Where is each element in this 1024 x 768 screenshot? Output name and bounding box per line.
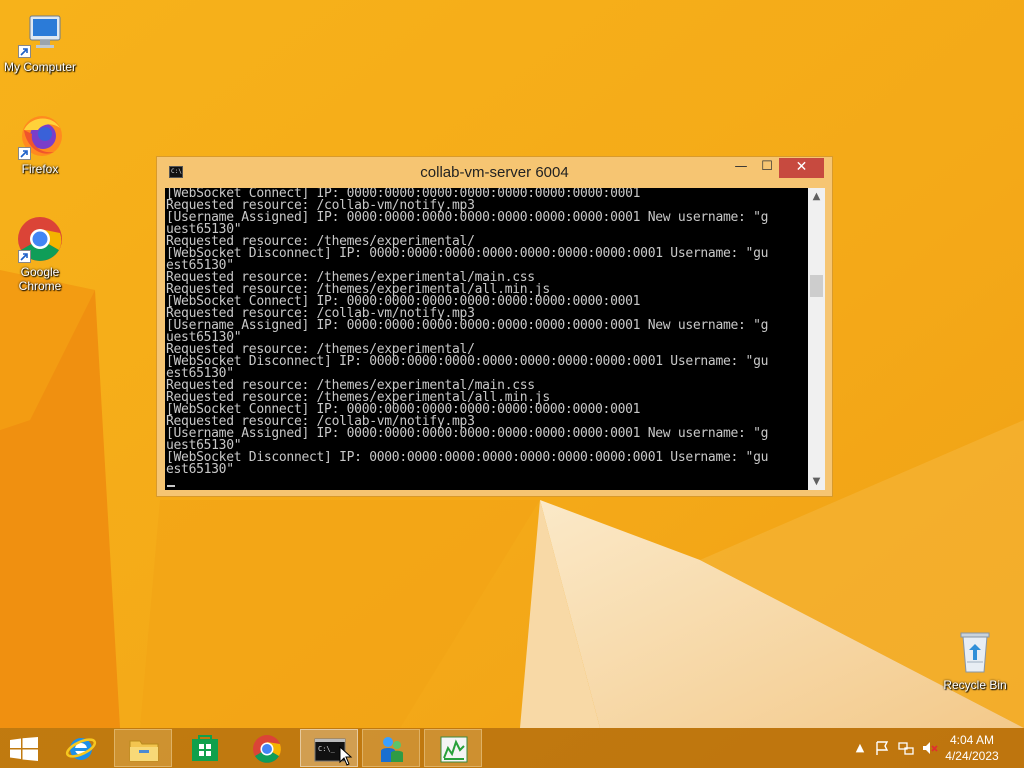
- close-button[interactable]: ✕: [779, 158, 824, 178]
- chrome-icon: [16, 215, 64, 263]
- console-line: [Username Assigned] IP: 0000:0000:0000:0…: [166, 210, 769, 225]
- console-line: [Username Assigned] IP: 0000:0000:0000:0…: [166, 426, 769, 441]
- clock-time: 4:04 AM: [949, 733, 995, 747]
- console-line: [Username Assigned] IP: 0000:0000:0000:0…: [166, 318, 769, 333]
- scroll-thumb[interactable]: [810, 275, 823, 297]
- console-line: [WebSocket Disconnect] IP: 0000:0000:000…: [166, 354, 769, 369]
- console-window[interactable]: C:\ collab-vm-server 6004 — ☐ ✕ [WebSock…: [156, 156, 833, 497]
- mouse-cursor-icon: [339, 746, 353, 766]
- console-text: [WebSocket Connect] IP: 0000:0000:0000:0…: [165, 188, 806, 490]
- people-icon: [381, 737, 403, 762]
- desktop-icon-label: My Computer: [3, 60, 77, 74]
- scroll-up-arrow-icon[interactable]: ▲: [808, 188, 825, 205]
- desktop-icon-firefox[interactable]: Firefox: [0, 112, 80, 176]
- desktop-icon-google-chrome[interactable]: Google Chrome: [0, 215, 80, 293]
- recycle-bin-icon: [951, 628, 999, 676]
- firefox-icon: [16, 112, 64, 160]
- desktop-icon-label: Google Chrome: [18, 265, 62, 293]
- minimize-button[interactable]: —: [728, 158, 754, 178]
- network-icon[interactable]: [898, 740, 914, 756]
- shortcut-arrow-icon: [18, 250, 31, 263]
- scroll-down-arrow-icon[interactable]: ▼: [808, 473, 825, 490]
- console-line: [WebSocket Disconnect] IP: 0000:0000:000…: [166, 450, 769, 465]
- svg-text:C:\_: C:\_: [318, 745, 336, 753]
- chrome-icon: [253, 735, 281, 763]
- desktop-icon-my-computer[interactable]: My Computer: [0, 10, 80, 74]
- shortcut-arrow-icon: [18, 45, 31, 58]
- system-tray: ▲ 4:04 AM 4/24/2023: [844, 728, 1024, 768]
- shortcut-arrow-icon: [18, 147, 31, 160]
- taskbar: C:\_ ▲ 4:04 AM 4/24/2023: [0, 728, 1024, 768]
- console-output[interactable]: [WebSocket Connect] IP: 0000:0000:0000:0…: [165, 188, 825, 490]
- taskbar-internet-explorer[interactable]: [52, 729, 110, 767]
- console-line: [WebSocket Disconnect] IP: 0000:0000:000…: [166, 246, 769, 261]
- clock-date: 4/24/2023: [945, 749, 999, 763]
- computer-icon: [16, 10, 64, 58]
- store-icon: [192, 735, 218, 761]
- desktop-icon-label: Firefox: [21, 162, 59, 176]
- console-line: est65130": [166, 462, 234, 477]
- taskbar-messenger[interactable]: [362, 729, 420, 767]
- taskbar-console[interactable]: C:\_: [300, 729, 358, 767]
- clock[interactable]: 4:04 AM 4/24/2023: [942, 732, 1002, 764]
- show-hidden-icons[interactable]: ▲: [852, 740, 868, 756]
- volume-muted-icon[interactable]: [922, 740, 938, 756]
- console-cursor: [167, 485, 175, 487]
- windows-logo-icon: [10, 737, 38, 761]
- ie-icon: [65, 738, 97, 760]
- taskbar-task-manager[interactable]: [424, 729, 482, 767]
- task-manager-icon: [440, 736, 468, 763]
- window-titlebar[interactable]: C:\ collab-vm-server 6004 — ☐ ✕: [157, 157, 832, 189]
- desktop-icon-recycle-bin[interactable]: Recycle Bin: [935, 628, 1015, 692]
- start-button[interactable]: [0, 729, 48, 767]
- action-center-flag-icon[interactable]: [874, 740, 890, 756]
- taskbar-file-explorer[interactable]: [114, 729, 172, 767]
- maximize-button[interactable]: ☐: [754, 158, 780, 178]
- vertical-scrollbar[interactable]: ▲ ▼: [808, 188, 825, 490]
- desktop-icon-label: Recycle Bin: [943, 678, 1007, 692]
- taskbar-store[interactable]: [176, 729, 234, 767]
- folder-icon: [129, 740, 159, 762]
- taskbar-chrome[interactable]: [238, 729, 296, 767]
